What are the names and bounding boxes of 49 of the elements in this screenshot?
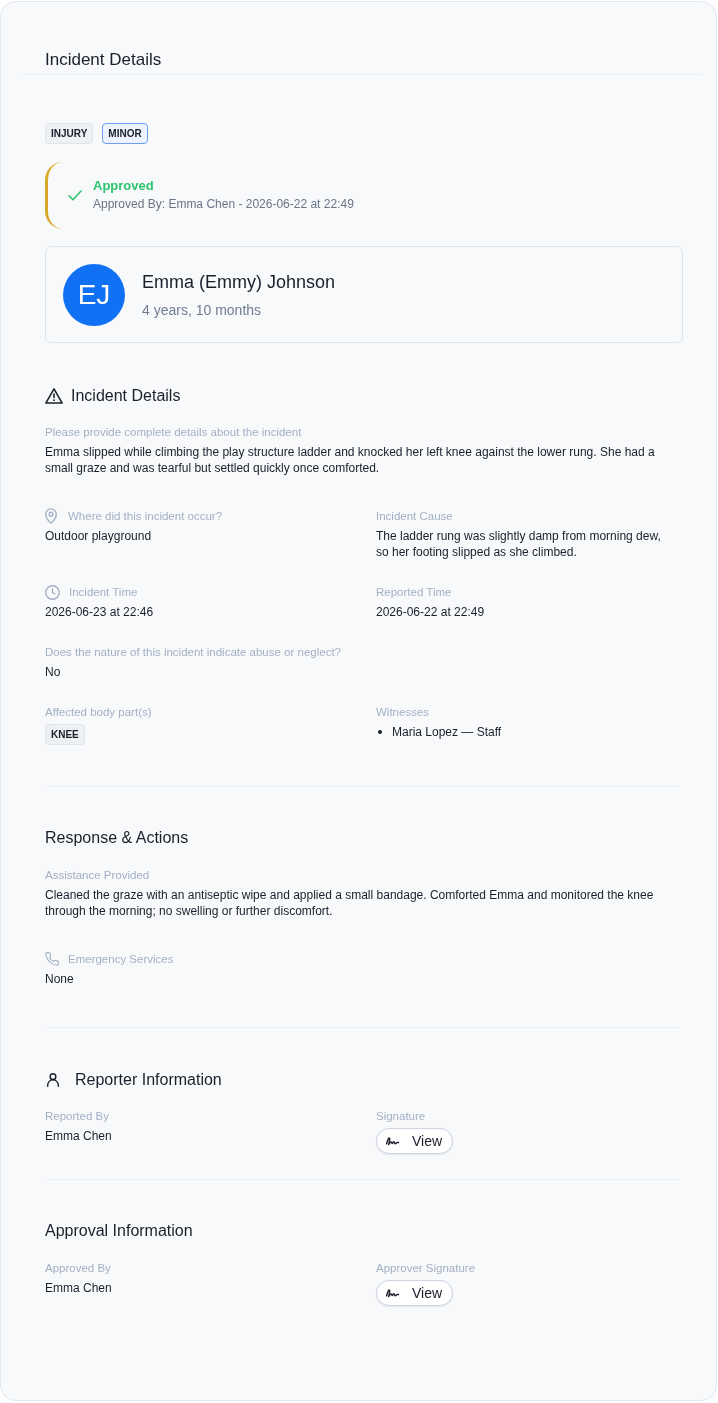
field-label: Emergency Services (68, 952, 174, 967)
clock-icon (45, 584, 60, 600)
signature-icon (385, 1136, 400, 1146)
field-value: Cleaned the graze with an antiseptic wipe and applied a small bandage. Comforted Emma and monitored the knee through the morning; no swelling or further discomfort. (45, 887, 655, 919)
field-value: Emma slipped while climbing the play structure ladder and knocked her left knee against the lower rung. She had a small graze and was tearful but settled quickly once comforted. (45, 444, 656, 476)
field-label: Incident Cause (376, 509, 453, 524)
view-signature-button[interactable]: View (376, 1280, 454, 1306)
field-label: Approver Signature (376, 1261, 476, 1276)
warning-icon (45, 388, 63, 404)
incident-type-tag: INJURY (45, 123, 94, 144)
avatar-initials: EJ (63, 264, 125, 326)
field-label: Does the nature of this incident indicate abuse or neglect? (45, 645, 341, 660)
status-detail: Approved By: Emma Chen - 2026-06-22 at 22:49 (93, 196, 354, 212)
field-value: None (45, 971, 75, 987)
severity-tag: MINOR (102, 123, 148, 144)
field-value: No (45, 664, 62, 680)
section-title: Incident Details (71, 386, 181, 406)
view-signature-button[interactable]: View (376, 1128, 454, 1154)
field-label: Signature (376, 1109, 426, 1124)
field-label: Reported By (45, 1109, 109, 1124)
signature-icon (385, 1288, 400, 1298)
field-label: Incident Time (69, 585, 138, 600)
field-value: The ladder rung was slightly damp from morning dew, so her footing slipped as she climbed. (376, 528, 662, 560)
field-value: Emma Chen (45, 1280, 113, 1296)
field-value: 2026-06-23 at 22:46 (45, 604, 155, 620)
body-part-tag: KNEE (45, 724, 85, 745)
child-name: Emma (Emmy) Johnson (142, 271, 336, 293)
field-label: Witnesses (376, 705, 430, 720)
page-title: Incident Details (45, 49, 163, 71)
field-value: Outdoor playground (45, 528, 153, 544)
field-label: Where did this incident occur? (68, 509, 223, 524)
field-value: 2026-06-22 at 22:49 (376, 604, 486, 620)
section-title: Approval Information (45, 1221, 193, 1241)
field-label: Assistance Provided (45, 868, 150, 883)
child-age: 4 years, 10 months (142, 301, 263, 319)
field-value: Emma Chen (45, 1128, 113, 1144)
section-title: Reporter Information (75, 1070, 222, 1090)
status-label: Approved (93, 178, 155, 194)
check-icon (68, 189, 82, 201)
section-title: Response & Actions (45, 828, 189, 848)
witness-name: Maria Lopez — Staff (392, 724, 502, 740)
bullet-icon (378, 730, 382, 734)
field-label: Approved By (45, 1261, 111, 1276)
phone-icon (45, 952, 59, 966)
field-label: Please provide complete details about the incident (45, 425, 302, 440)
field-label: Reported Time (376, 585, 452, 600)
person-icon (47, 1073, 59, 1087)
location-pin-icon (45, 508, 57, 524)
field-label: Affected body part(s) (45, 705, 152, 720)
